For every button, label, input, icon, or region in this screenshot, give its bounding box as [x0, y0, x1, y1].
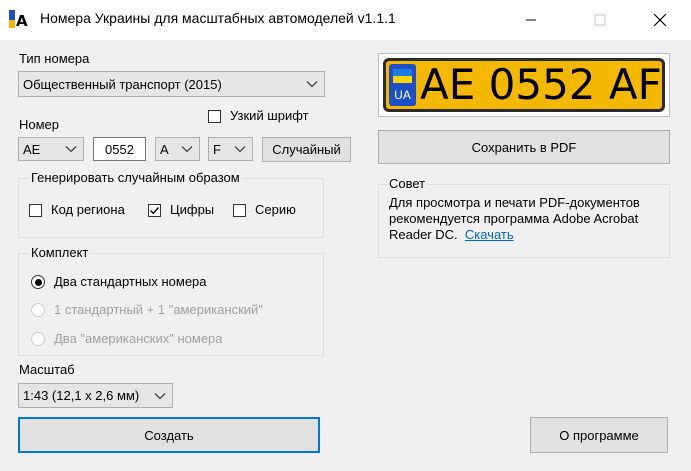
plate-country-band: UA	[389, 64, 416, 106]
digits-label: Цифры	[170, 202, 215, 217]
maximize-icon	[594, 14, 606, 26]
digits-checkbox[interactable]	[148, 204, 161, 217]
scale-label: Масштаб	[19, 362, 75, 377]
minimize-icon	[526, 19, 536, 21]
number-label: Номер	[19, 117, 60, 132]
window-title: Номера Украины для масштабных автомоделе…	[40, 10, 396, 26]
series-label: Серию	[255, 202, 296, 217]
scale-select[interactable]: 1:43 (12,1 x 2,6 мм)	[18, 383, 173, 408]
kit-option-two-standard-radio[interactable]	[31, 275, 45, 289]
letter2-value: F	[213, 141, 221, 157]
plate-preview: UA AE 0552 AF	[378, 53, 670, 117]
checkmark-icon	[150, 207, 160, 215]
plate-type-label: Тип номера	[19, 51, 90, 66]
svg-text:A: A	[16, 12, 28, 30]
scale-value: 1:43 (12,1 x 2,6 мм)	[23, 388, 140, 403]
about-button[interactable]: О программе	[530, 417, 668, 453]
maximize-button[interactable]	[577, 0, 623, 40]
chevron-down-icon	[234, 142, 246, 157]
minimize-button[interactable]	[508, 0, 554, 40]
tip-text: Для просмотра и печати PDF-документов ре…	[389, 195, 640, 242]
plate-number-text: AE 0552 AF	[420, 60, 662, 109]
letter1-select[interactable]: A	[155, 137, 200, 161]
title-bar: A Номера Украины для масштабных автомоде…	[0, 0, 691, 40]
series-checkbox[interactable]	[233, 204, 246, 217]
letter2-select[interactable]: F	[208, 137, 253, 161]
plate-type-select[interactable]: Общественный транспорт (2015)	[18, 71, 325, 97]
letter1-value: A	[160, 141, 169, 157]
digits-input[interactable]: 0552	[93, 137, 146, 161]
digits-value: 0552	[105, 141, 134, 157]
region-value: AE	[23, 141, 41, 157]
create-button[interactable]: Создать	[18, 417, 320, 453]
kit-option-two-american-label: Два "американских" номера	[54, 331, 223, 346]
download-link[interactable]: Скачать	[465, 227, 514, 242]
region-code-checkbox[interactable]	[29, 204, 42, 217]
narrow-font-label: Узкий шрифт	[230, 108, 309, 123]
kit-option-two-standard-label: Два стандартных номера	[54, 274, 207, 289]
kit-group-title: Комплект	[29, 245, 91, 260]
close-icon	[653, 13, 667, 27]
tip-body: Для просмотра и печати PDF-документов ре…	[389, 195, 664, 243]
tip-title: Совет	[387, 176, 428, 191]
plate-type-value: Общественный транспорт (2015)	[23, 76, 222, 92]
chevron-down-icon	[65, 142, 77, 157]
kit-option-mixed-radio[interactable]	[31, 303, 45, 317]
save-pdf-button[interactable]: Сохранить в PDF	[378, 130, 670, 164]
narrow-font-checkbox[interactable]	[208, 110, 221, 123]
chevron-down-icon	[181, 142, 193, 157]
kit-option-mixed-label: 1 стандартный + 1 "американский"	[54, 302, 263, 317]
chevron-down-icon	[306, 77, 318, 92]
random-group-title: Генерировать случайным образом	[29, 170, 242, 185]
region-code-label: Код региона	[51, 202, 125, 217]
license-plate: UA AE 0552 AF	[383, 58, 665, 112]
app-icon: A	[9, 10, 31, 30]
close-button[interactable]	[637, 0, 683, 40]
plate-country-code: UA	[394, 88, 411, 102]
random-button[interactable]: Случайный	[262, 137, 351, 162]
chevron-down-icon	[154, 388, 166, 403]
kit-option-two-american-radio[interactable]	[31, 332, 45, 346]
region-select[interactable]: AE	[18, 137, 84, 161]
